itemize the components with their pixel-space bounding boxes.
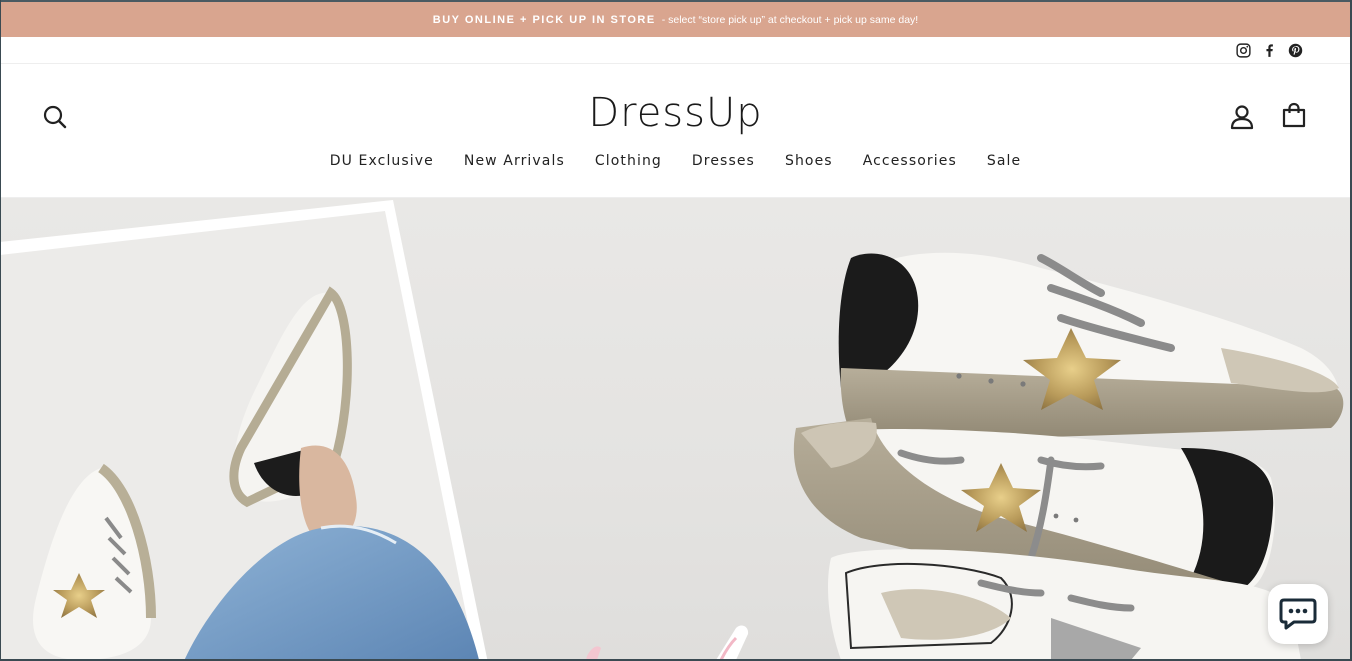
nav-accessories[interactable]: Accessories <box>848 153 972 169</box>
browser-window: BUY ONLINE + PICK UP IN STORE - select “… <box>0 0 1352 661</box>
account-button[interactable] <box>1228 103 1256 131</box>
shopping-bag-icon <box>1282 102 1306 128</box>
nav-dresses[interactable]: Dresses <box>677 153 770 169</box>
site-logo[interactable]: DressUp <box>1 90 1350 136</box>
user-icon <box>1230 105 1254 130</box>
nav-sale[interactable]: Sale <box>972 153 1036 169</box>
main-navigation: DU Exclusive New Arrivals Clothing Dress… <box>1 153 1350 169</box>
pinterest-icon <box>1288 43 1303 57</box>
sneakers-hero-image <box>1 200 1344 659</box>
nav-new-arrivals[interactable]: New Arrivals <box>449 153 580 169</box>
nav-clothing[interactable]: Clothing <box>580 153 677 169</box>
announcement-detail: - select “store pick up” at checkout + p… <box>661 13 919 26</box>
site-header: DressUp DU Exclusive New Arrivals Clothi… <box>1 64 1350 198</box>
chat-bubble-icon <box>1279 598 1317 630</box>
social-links-bar <box>1 37 1350 64</box>
nav-du-exclusive[interactable]: DU Exclusive <box>315 153 449 169</box>
chat-button[interactable] <box>1268 584 1328 644</box>
hero-banner[interactable] <box>1 198 1350 659</box>
announcement-bar[interactable]: BUY ONLINE + PICK UP IN STORE - select “… <box>1 0 1350 37</box>
facebook-icon <box>1266 43 1273 57</box>
cart-button[interactable] <box>1280 101 1308 129</box>
announcement-headline: BUY ONLINE + PICK UP IN STORE <box>432 13 656 26</box>
nav-shoes[interactable]: Shoes <box>770 153 848 169</box>
right-sneaker-stack <box>793 252 1344 659</box>
instagram-link[interactable] <box>1235 42 1252 59</box>
instagram-icon <box>1236 42 1251 58</box>
pinterest-link[interactable] <box>1287 42 1304 59</box>
facebook-link[interactable] <box>1261 42 1278 59</box>
